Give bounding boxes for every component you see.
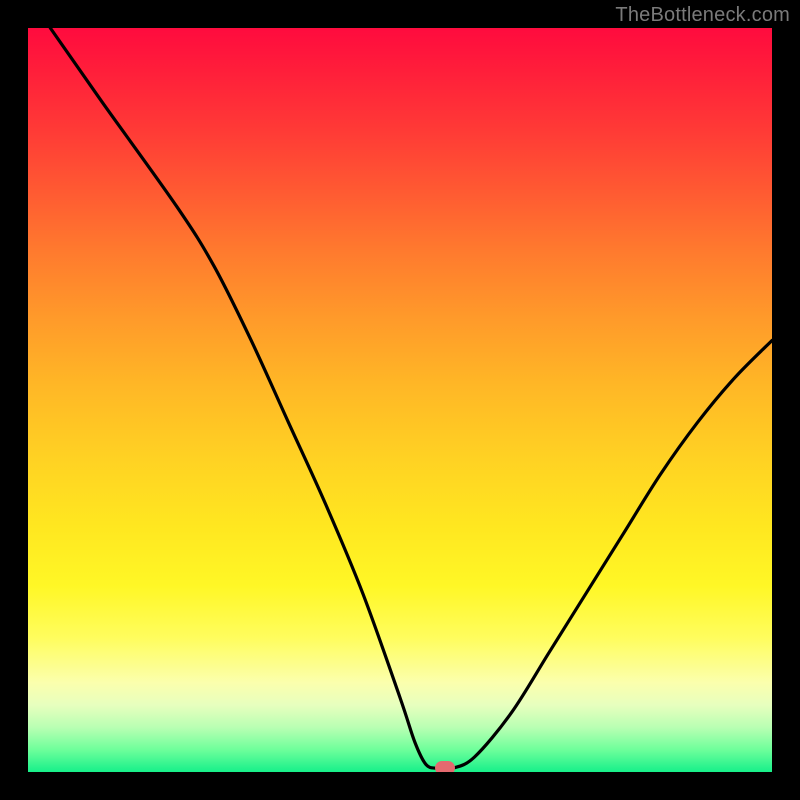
bottleneck-curve <box>50 28 772 769</box>
chart-frame: TheBottleneck.com <box>0 0 800 800</box>
optimal-point-marker <box>435 761 455 772</box>
watermark-text: TheBottleneck.com <box>615 4 790 27</box>
plot-area <box>28 28 772 772</box>
bottleneck-curve-svg <box>28 28 772 772</box>
